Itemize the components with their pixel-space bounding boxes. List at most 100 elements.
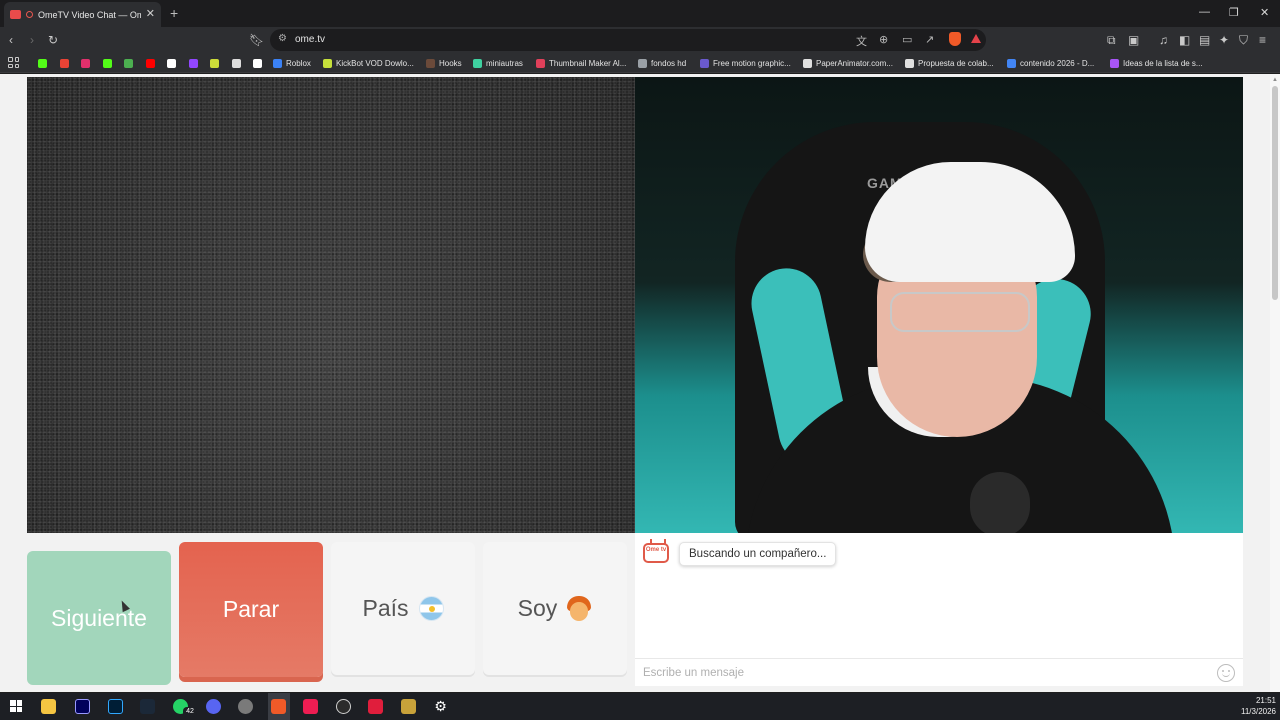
brave-active-icon[interactable] bbox=[271, 699, 286, 714]
emoji-picker-icon[interactable] bbox=[1217, 664, 1235, 682]
chatgpt-icon bbox=[231, 58, 241, 68]
gender-button-label: Soy bbox=[517, 595, 558, 621]
boy-emoji-icon bbox=[566, 595, 592, 622]
premiere-icon[interactable] bbox=[75, 699, 90, 714]
kick-icon bbox=[38, 58, 47, 68]
back-icon[interactable]: ‹ bbox=[9, 33, 13, 47]
file-explorer-icon[interactable] bbox=[41, 699, 56, 714]
shield-app-icon[interactable] bbox=[401, 699, 416, 714]
tab-bar: OmeTV Video Chat — Omeg ✕ + — ❐ ✕ bbox=[0, 0, 1280, 27]
x-icon bbox=[167, 58, 176, 68]
wallet-icon[interactable]: ▣ bbox=[1128, 33, 1139, 47]
page-scrollbar[interactable]: ▲ bbox=[1270, 74, 1280, 692]
stop-button-label: Parar bbox=[222, 596, 280, 622]
person-glasses bbox=[890, 292, 1030, 332]
bookmark-item[interactable] bbox=[188, 57, 198, 69]
bookmark-item[interactable] bbox=[81, 57, 90, 69]
tab-title: OmeTV Video Chat — Omeg bbox=[38, 9, 141, 20]
discord-icon[interactable] bbox=[206, 699, 221, 714]
clock-time: 21:51 bbox=[1255, 696, 1276, 705]
bookmark-item[interactable]: Ideas de la lista de s... bbox=[1110, 57, 1203, 69]
vpn-icon[interactable]: ⛉ bbox=[1239, 33, 1248, 47]
site-settings-icon[interactable]: ⚙︎ bbox=[278, 33, 287, 44]
photoshop-icon[interactable] bbox=[108, 699, 123, 714]
settings-gear-icon[interactable]: ⚙ bbox=[433, 699, 448, 714]
address-bar[interactable]: ⚙︎ ome.tv 文 ⊕ ▭ ↗ bbox=[270, 29, 986, 51]
bookmark-label: fondos hd bbox=[651, 58, 687, 68]
fondos-icon bbox=[638, 58, 647, 68]
tab-close-icon[interactable]: ✕ bbox=[146, 9, 155, 20]
extensions-icon[interactable]: ⧉ bbox=[1107, 33, 1116, 47]
bookmark-page-icon[interactable]: 🔖︎ bbox=[249, 33, 264, 47]
docs-icon bbox=[1007, 58, 1016, 68]
youtube-icon bbox=[145, 58, 155, 68]
share-icon[interactable]: ↗ bbox=[925, 33, 934, 46]
wallet-toolbar-icon[interactable]: ▤ bbox=[1199, 33, 1210, 47]
minimize-button[interactable]: — bbox=[1199, 6, 1210, 18]
system-clock[interactable]: 21:51 11/3/2026 bbox=[1232, 695, 1276, 717]
self-camera-video: GAME bbox=[635, 77, 1243, 533]
bookmark-item[interactable]: contenido 2026 - D... bbox=[1007, 57, 1094, 69]
bookmark-item[interactable] bbox=[145, 57, 155, 69]
bookmark-item[interactable]: Thumbnail Maker Al... bbox=[536, 57, 626, 69]
bookmark-item[interactable]: Propuesta de colab... bbox=[905, 57, 994, 69]
bookmark-item[interactable] bbox=[231, 57, 241, 69]
youtube-favicon-icon bbox=[10, 10, 21, 19]
streaming-app-icon[interactable] bbox=[368, 699, 383, 714]
menu-icon[interactable]: ≡ bbox=[1259, 33, 1266, 47]
speedtest-icon[interactable] bbox=[336, 699, 351, 714]
steam-icon[interactable] bbox=[140, 699, 155, 714]
microphone bbox=[970, 472, 1030, 533]
scrollbar-thumb[interactable] bbox=[1272, 86, 1278, 300]
recording-icon bbox=[26, 11, 33, 18]
bookmark-item[interactable]: Roblox bbox=[273, 57, 311, 69]
bookmark-item[interactable]: Free motion graphic... bbox=[700, 57, 791, 69]
leo-ai-icon[interactable]: ✦ bbox=[1219, 33, 1229, 47]
translate-icon[interactable]: 文 bbox=[856, 33, 867, 49]
bookmark-item[interactable]: miniautras bbox=[473, 57, 523, 69]
bookmark-item[interactable] bbox=[124, 57, 133, 69]
ideas-icon bbox=[1110, 58, 1119, 68]
chat-message-input[interactable] bbox=[643, 664, 1203, 682]
country-button[interactable]: País bbox=[331, 542, 475, 675]
apps-grid-icon[interactable] bbox=[8, 57, 19, 68]
bookmark-item[interactable]: PaperAnimator.com... bbox=[803, 57, 893, 69]
zoom-icon[interactable]: ⊕ bbox=[879, 33, 888, 46]
bookmark-label: contenido 2026 - D... bbox=[1020, 58, 1095, 68]
bookmark-item[interactable] bbox=[38, 57, 47, 69]
maximize-button[interactable]: ❐ bbox=[1229, 6, 1239, 19]
url-text[interactable]: ome.tv bbox=[295, 34, 325, 45]
github-icon bbox=[905, 58, 914, 68]
cast-icon[interactable]: ▭ bbox=[902, 33, 912, 46]
new-tab-button[interactable]: + bbox=[170, 5, 178, 21]
bookmark-item[interactable] bbox=[167, 57, 176, 69]
bookmark-item[interactable] bbox=[59, 57, 69, 69]
stranger-video-static bbox=[27, 77, 635, 533]
thumbnail-icon bbox=[536, 58, 545, 68]
bookmark-item[interactable] bbox=[210, 57, 219, 69]
media-icon[interactable]: ♫ bbox=[1159, 33, 1168, 47]
scroll-up-icon[interactable]: ▲ bbox=[1272, 77, 1278, 83]
chat-status-message: Buscando un compañero... bbox=[679, 542, 837, 566]
bookmark-item[interactable]: Hooks bbox=[426, 57, 462, 69]
brave-shields-icon[interactable] bbox=[949, 32, 961, 46]
tab-ometv[interactable]: OmeTV Video Chat — Omeg ✕ bbox=[4, 2, 161, 27]
brave-rewards-icon[interactable] bbox=[971, 34, 981, 43]
close-window-button[interactable]: ✕ bbox=[1260, 6, 1269, 19]
obs-icon[interactable] bbox=[238, 699, 253, 714]
next-button[interactable]: Siguiente bbox=[27, 551, 171, 685]
start-button-icon[interactable] bbox=[10, 700, 22, 712]
reload-icon[interactable]: ↻ bbox=[48, 33, 58, 47]
bookmark-item[interactable] bbox=[253, 57, 262, 69]
next-button-label: Siguiente bbox=[51, 605, 147, 631]
bookmark-item[interactable] bbox=[102, 57, 112, 69]
tiktok-taskbar-icon[interactable] bbox=[303, 699, 318, 714]
bookmark-item[interactable]: fondos hd bbox=[638, 57, 686, 69]
forward-icon[interactable]: › bbox=[30, 33, 34, 47]
country-button-label: País bbox=[362, 595, 409, 621]
gender-button[interactable]: Soy bbox=[483, 542, 627, 675]
stop-button[interactable]: Parar bbox=[179, 542, 323, 677]
bookmark-item[interactable]: KickBot VOD Dowlo... bbox=[323, 57, 414, 69]
chat-input-row bbox=[635, 658, 1243, 686]
sidebar-icon[interactable]: ◧ bbox=[1179, 33, 1190, 47]
